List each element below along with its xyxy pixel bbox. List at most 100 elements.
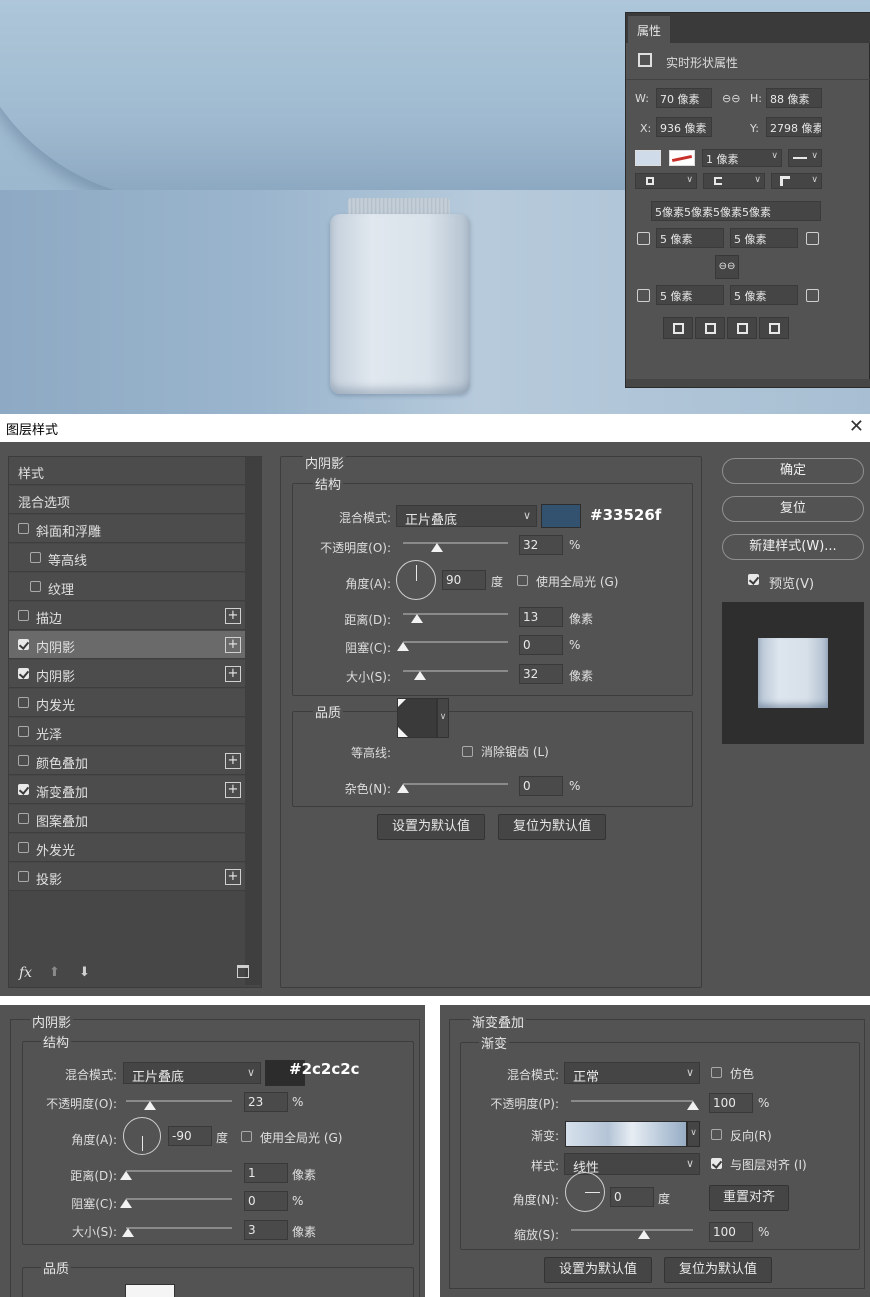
shadow-color-swatch[interactable] xyxy=(541,504,581,528)
add-effect-icon[interactable]: + xyxy=(225,608,241,624)
antialias-checkbox[interactable] xyxy=(462,746,473,757)
style-list-scrollbar[interactable] xyxy=(245,457,262,985)
slider-thumb[interactable] xyxy=(638,1230,651,1239)
style-list-item[interactable]: 样式 xyxy=(9,457,245,485)
ok-button[interactable]: 确定 xyxy=(722,458,864,484)
blend-mode-select[interactable]: 正常 ∨ xyxy=(564,1062,700,1085)
size-slider[interactable] xyxy=(403,668,508,680)
blend-mode-select[interactable]: 正片叠底 ∨ xyxy=(123,1062,261,1085)
add-effect-icon[interactable]: + xyxy=(225,782,241,798)
stroke-type-dropdown[interactable]: ∨ xyxy=(788,149,822,167)
align-with-layer-checkbox[interactable] xyxy=(711,1158,722,1169)
choke-slider[interactable] xyxy=(120,1196,232,1208)
style-checkbox[interactable] xyxy=(18,813,29,824)
choke-slider[interactable] xyxy=(397,639,508,651)
noise-input[interactable]: 0 xyxy=(519,776,563,796)
exclude-shapes-button[interactable] xyxy=(759,317,789,339)
style-checkbox[interactable] xyxy=(18,871,29,882)
style-list-item[interactable]: 图案叠加 xyxy=(9,805,245,833)
x-field[interactable]: 936 像素 xyxy=(656,117,712,137)
slider-thumb[interactable] xyxy=(122,1228,135,1237)
corner-tr-field[interactable]: 5 像素 xyxy=(730,228,798,248)
link-icon[interactable]: ⊖⊖ xyxy=(722,92,740,105)
distance-slider[interactable] xyxy=(403,611,508,623)
stroke-align-dropdown[interactable]: ∨ xyxy=(635,173,697,189)
link-corners-icon[interactable]: ⊖⊖ xyxy=(715,255,739,279)
bottle-body-shape[interactable] xyxy=(330,214,470,394)
subtract-shapes-button[interactable] xyxy=(695,317,725,339)
slider-thumb[interactable] xyxy=(687,1101,699,1110)
slider-thumb[interactable] xyxy=(144,1101,157,1110)
reset-alignment-button[interactable]: 重置对齐 xyxy=(709,1185,789,1211)
reverse-checkbox[interactable] xyxy=(711,1129,722,1140)
style-checkbox[interactable] xyxy=(18,697,29,708)
style-list-item[interactable]: 光泽 xyxy=(9,718,245,746)
global-light-checkbox[interactable] xyxy=(517,575,528,586)
slider-thumb[interactable] xyxy=(120,1199,132,1208)
slider-thumb[interactable] xyxy=(397,784,409,793)
chevron-down-icon[interactable]: ∨ xyxy=(687,1121,700,1147)
style-list-item[interactable]: 描边 + xyxy=(9,602,245,630)
move-down-icon[interactable]: ⬇ xyxy=(79,965,90,980)
style-checkbox[interactable] xyxy=(18,842,29,853)
opacity-slider[interactable] xyxy=(126,1098,232,1110)
style-list-item[interactable]: 斜面和浮雕 xyxy=(9,515,245,543)
style-list-item[interactable]: 渐变叠加 + xyxy=(9,776,245,804)
size-slider[interactable] xyxy=(122,1225,232,1237)
stroke-swatch[interactable] xyxy=(669,150,695,166)
size-input[interactable]: 32 xyxy=(519,664,563,684)
style-checkbox[interactable] xyxy=(18,639,29,650)
scale-input[interactable]: 100 xyxy=(709,1222,753,1242)
style-list-item[interactable]: 外发光 xyxy=(9,834,245,862)
opacity-input[interactable]: 23 xyxy=(244,1092,288,1112)
distance-input[interactable]: 13 xyxy=(519,607,563,627)
style-checkbox[interactable] xyxy=(18,610,29,621)
reset-button[interactable]: 复位 xyxy=(722,496,864,522)
fill-swatch[interactable] xyxy=(635,150,661,166)
style-checkbox[interactable] xyxy=(18,523,29,534)
slider-thumb[interactable] xyxy=(430,543,443,552)
style-checkbox[interactable] xyxy=(30,581,41,592)
distance-slider[interactable] xyxy=(120,1168,232,1180)
style-checkbox[interactable] xyxy=(18,668,29,679)
reset-default-button[interactable]: 复位为默认值 xyxy=(498,814,606,840)
stroke-cap-dropdown[interactable]: ∨ xyxy=(703,173,765,189)
document-canvas[interactable]: 属性 实时形状属性 W: 70 像素 ⊖⊖ H: 88 像素 X: 936 像素… xyxy=(0,0,870,414)
stroke-join-dropdown[interactable]: ∨ xyxy=(771,173,822,189)
add-effect-icon[interactable]: + xyxy=(225,753,241,769)
tab-properties[interactable]: 属性 xyxy=(628,16,670,43)
style-list-item[interactable]: 投影 + xyxy=(9,863,245,891)
choke-input[interactable]: 0 xyxy=(244,1191,288,1211)
style-list-item[interactable]: 混合选项 xyxy=(9,486,245,514)
angle-dial[interactable] xyxy=(123,1117,161,1155)
combine-shapes-button[interactable] xyxy=(663,317,693,339)
contour-picker[interactable] xyxy=(125,1284,175,1297)
size-input[interactable]: 3 xyxy=(244,1220,288,1240)
slider-thumb[interactable] xyxy=(410,614,423,623)
add-effect-icon[interactable]: + xyxy=(225,666,241,682)
trash-icon[interactable] xyxy=(237,965,249,978)
angle-input[interactable]: -90 xyxy=(168,1126,212,1146)
corner-tl-field[interactable]: 5 像素 xyxy=(656,228,724,248)
set-default-button[interactable]: 设置为默认值 xyxy=(544,1257,652,1283)
angle-dial[interactable] xyxy=(565,1172,605,1212)
slider-thumb[interactable] xyxy=(120,1171,132,1180)
style-list-item[interactable]: 内发光 xyxy=(9,689,245,717)
scale-slider[interactable] xyxy=(571,1227,693,1239)
radius-combined-field[interactable]: 5像素5像素5像素5像素 xyxy=(651,201,821,221)
corner-bl-field[interactable]: 5 像素 xyxy=(656,285,724,305)
style-checkbox[interactable] xyxy=(18,755,29,766)
add-effect-icon[interactable]: + xyxy=(225,869,241,885)
corner-br-field[interactable]: 5 像素 xyxy=(730,285,798,305)
slider-thumb[interactable] xyxy=(397,642,409,651)
y-field[interactable]: 2798 像素 xyxy=(766,117,822,137)
blend-mode-select[interactable]: 正片叠底 ∨ xyxy=(396,505,537,528)
opacity-input[interactable]: 32 xyxy=(519,535,563,555)
style-list-item[interactable]: 等高线 xyxy=(9,544,245,572)
reset-default-button[interactable]: 复位为默认值 xyxy=(664,1257,772,1283)
width-field[interactable]: 70 像素 xyxy=(656,88,712,108)
new-style-button[interactable]: 新建样式(W)... xyxy=(722,534,864,560)
noise-slider[interactable] xyxy=(397,781,508,793)
choke-input[interactable]: 0 xyxy=(519,635,563,655)
angle-input[interactable]: 90 xyxy=(442,570,486,590)
